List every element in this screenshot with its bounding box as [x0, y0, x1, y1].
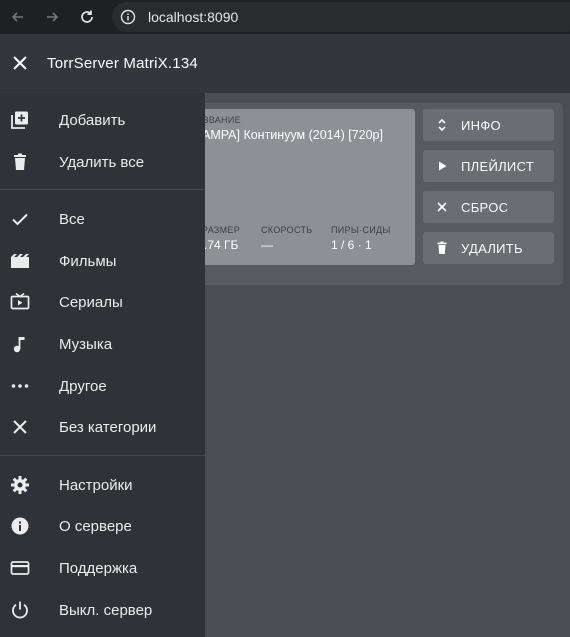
arrow-left-icon [11, 12, 23, 22]
torrent-name: AMPA] Континуум (2014) [720p] [202, 128, 383, 142]
playlist-button[interactable]: ПЛЕЙЛИСТ [423, 150, 554, 182]
peers-value: 1 / 6 · 1 [331, 238, 372, 252]
unfold-icon [438, 118, 446, 132]
trash-icon [10, 152, 30, 172]
drawer-divider [0, 189, 205, 190]
drawer-item-delete-all[interactable]: Удалить все [0, 141, 205, 183]
drawer-label-series: Сериалы [59, 293, 123, 311]
drawer-label-shutdown: Выкл. сервер [59, 601, 153, 619]
app-title: TorrServer MatriX.134 [47, 55, 198, 72]
gear-icon [10, 475, 30, 495]
address-bar[interactable]: localhost:8090 [112, 2, 570, 32]
torrent-info[interactable]: ЗВАНИЕ AMPA] Континуум (2014) [720p] РАЗ… [200, 109, 415, 265]
music-note-icon [10, 334, 30, 354]
close-icon [437, 202, 447, 212]
close-drawer-icon[interactable] [10, 53, 30, 73]
reload-icon [81, 10, 93, 23]
drawer-label-other: Другое [59, 377, 107, 395]
drawer-item-series[interactable]: Сериалы [0, 281, 205, 323]
site-info-icon[interactable] [120, 9, 136, 25]
playlist-label: ПЛЕЙЛИСТ [461, 158, 535, 174]
speed-value: — [261, 238, 273, 252]
drawer-item-settings[interactable]: Настройки [0, 464, 205, 506]
add-box-icon [10, 110, 30, 130]
delete-button[interactable]: УДАЛИТЬ [423, 232, 554, 264]
arrow-right-icon [47, 12, 59, 22]
trash-icon [437, 241, 447, 254]
drawer-label-add: Добавить [59, 111, 126, 129]
reset-label: СБРОС [461, 199, 509, 215]
navigation-drawer: Добавить Удалить все Все Фильмы Сериалы … [0, 93, 205, 637]
reset-button[interactable]: СБРОС [423, 191, 554, 223]
drawer-item-about[interactable]: О сервере [0, 505, 205, 547]
more-horizontal-icon [10, 376, 30, 396]
size-value: .74 ГБ [204, 238, 239, 252]
size-label: РАЗМЕР [202, 225, 241, 235]
drawer-label-delete-all: Удалить все [59, 153, 145, 171]
reload-button[interactable] [73, 3, 101, 31]
speed-label: СКОРОСТЬ [261, 225, 313, 235]
drawer-label-all: Все [59, 210, 85, 228]
info-icon [10, 516, 30, 536]
name-label: ЗВАНИЕ [203, 115, 241, 125]
drawer-label-settings: Настройки [59, 476, 133, 494]
url-text: localhost:8090 [148, 9, 239, 25]
movie-icon [10, 251, 30, 271]
torrent-card: ЗВАНИЕ AMPA] Континуум (2014) [720p] РАЗ… [196, 103, 563, 285]
drawer-item-other[interactable]: Другое [0, 365, 205, 407]
forward-button[interactable] [38, 3, 66, 31]
drawer-label-no-category: Без категории [59, 418, 157, 436]
info-label: ИНФО [461, 117, 501, 133]
play-icon [439, 161, 447, 171]
drawer-item-support[interactable]: Поддержка [0, 547, 205, 589]
tv-icon [10, 292, 30, 312]
delete-label: УДАЛИТЬ [461, 240, 523, 256]
close-icon [10, 417, 30, 437]
drawer-item-movies[interactable]: Фильмы [0, 240, 205, 282]
drawer-label-music: Музыка [59, 335, 113, 353]
drawer-item-no-category[interactable]: Без категории [0, 406, 205, 448]
drawer-label-about: О сервере [59, 517, 132, 535]
check-icon [10, 209, 30, 229]
peers-label: ПИРЫ·СИДЫ [331, 225, 391, 235]
info-button[interactable]: ИНФО [423, 109, 554, 141]
drawer-item-all[interactable]: Все [0, 198, 205, 240]
power-icon [10, 600, 30, 620]
torrent-actions: ИНФО ПЛЕЙЛИСТ СБРОС УДАЛИТЬ [423, 109, 554, 273]
drawer-label-movies: Фильмы [59, 252, 117, 270]
drawer-item-add[interactable]: Добавить [0, 99, 205, 141]
app-bar: TorrServer MatriX.134 [0, 34, 570, 93]
drawer-divider [0, 455, 205, 456]
drawer-item-music[interactable]: Музыка [0, 323, 205, 365]
back-button[interactable] [4, 3, 32, 31]
drawer-label-support: Поддержка [59, 559, 138, 577]
drawer-item-shutdown[interactable]: Выкл. сервер [0, 589, 205, 631]
browser-toolbar: localhost:8090 [0, 0, 570, 34]
credit-card-icon [10, 558, 30, 578]
